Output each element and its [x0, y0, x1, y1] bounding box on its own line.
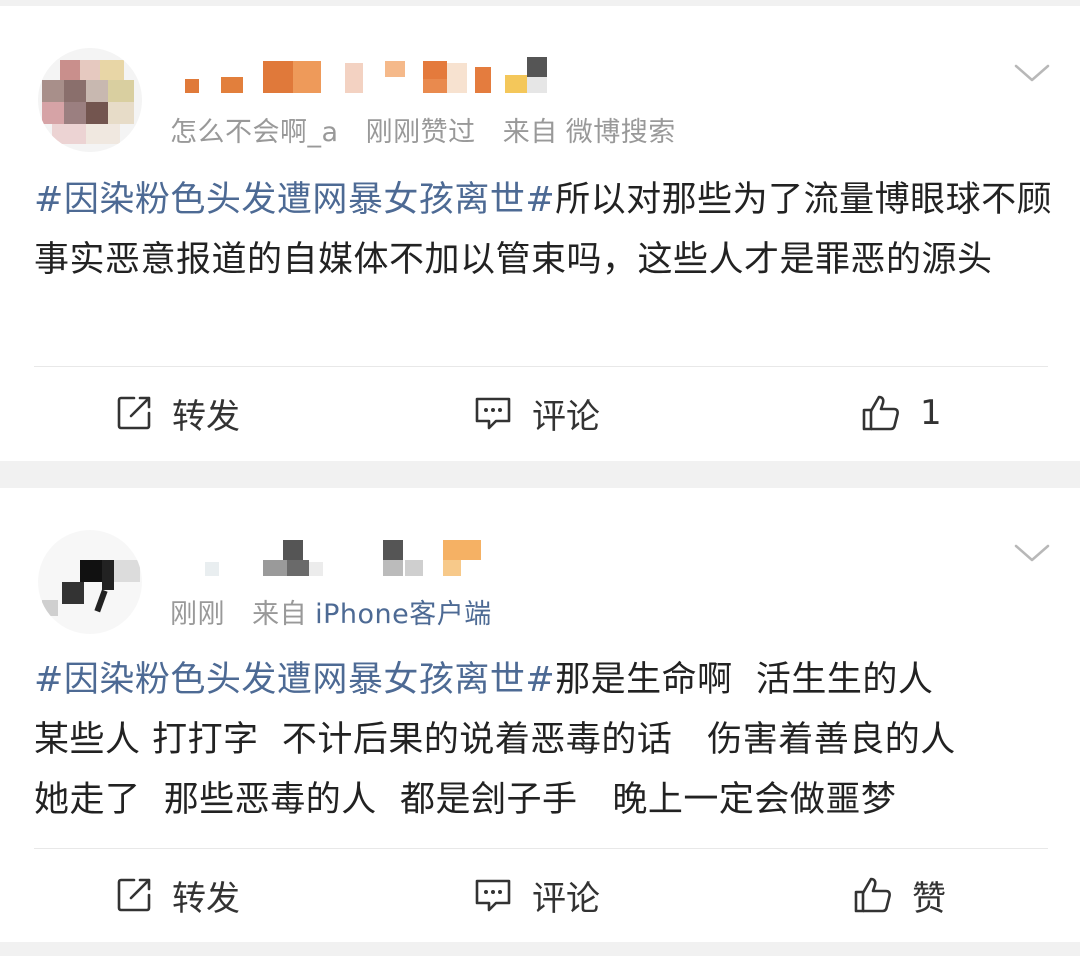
comment-button[interactable]: 评论 — [472, 850, 600, 940]
repost-label: 转发 — [172, 878, 240, 919]
repost-button[interactable]: 转发 — [114, 368, 240, 458]
hashtag-link[interactable]: #因染粉色头发遭网暴女孩离世# — [34, 180, 555, 220]
repost-icon — [117, 396, 151, 430]
post-meta: 怎么不会啊_a 刚刚赞过 来自 微博搜索 — [170, 110, 694, 149]
post-time: 刚刚赞过 — [365, 117, 476, 148]
like-count: 1 — [920, 393, 942, 433]
thumbs-up-icon — [862, 395, 899, 431]
post-content[interactable]: #因染粉色头发遭网暴女孩离世#那是生命啊 活生生的人 某些人 打打字 不计后果的… — [34, 650, 1054, 830]
action-bar: 转发 评论 赞 — [0, 850, 1080, 940]
chevron-down-icon[interactable] — [1012, 54, 1052, 94]
comment-icon — [475, 879, 511, 912]
post-meta: 刚刚 来自 iPhone客户端 — [170, 592, 510, 631]
post-card[interactable]: 怎么不会啊_a 刚刚赞过 来自 微博搜索 #因染粉色头发遭网暴女孩离世#所以对那些… — [0, 6, 1080, 461]
comment-label: 评论 — [532, 878, 600, 919]
repost-label: 转发 — [172, 396, 240, 437]
comment-label: 评论 — [532, 396, 600, 437]
post-source[interactable]: 微博搜索 — [566, 117, 676, 148]
comment-icon — [475, 397, 511, 430]
like-label: 赞 — [912, 878, 946, 919]
thumbs-up-icon — [854, 877, 891, 913]
username-blurred[interactable] — [175, 53, 615, 93]
divider — [34, 366, 1048, 367]
post-card[interactable]: 刚刚 来自 iPhone客户端 #因染粉色头发遭网暴女孩离世#那是生命啊 活生生的… — [0, 488, 1080, 942]
post-source[interactable]: iPhone客户端 — [315, 599, 492, 630]
repost-button[interactable]: 转发 — [114, 850, 240, 940]
source-prefix: 来自 — [252, 599, 308, 630]
divider — [34, 848, 1048, 849]
hashtag-link[interactable]: #因染粉色头发遭网暴女孩离世# — [34, 660, 555, 700]
comment-button[interactable]: 评论 — [472, 368, 600, 458]
repost-icon — [117, 878, 151, 912]
action-bar: 转发 评论 1 — [0, 368, 1080, 458]
source-prefix: 来自 — [502, 117, 558, 148]
post-content[interactable]: #因染粉色头发遭网暴女孩离世#所以对那些为了流量博眼球不顾事实恶意报道的自媒体不… — [34, 170, 1054, 290]
username-blurred[interactable] — [175, 536, 615, 576]
like-button[interactable]: 1 — [860, 368, 942, 458]
user-handle[interactable]: 怎么不会啊_a — [170, 117, 339, 148]
avatar[interactable] — [38, 48, 142, 152]
chevron-down-icon[interactable] — [1012, 534, 1052, 574]
avatar[interactable] — [38, 530, 142, 634]
post-time: 刚刚 — [170, 599, 225, 630]
like-button[interactable]: 赞 — [852, 850, 946, 940]
